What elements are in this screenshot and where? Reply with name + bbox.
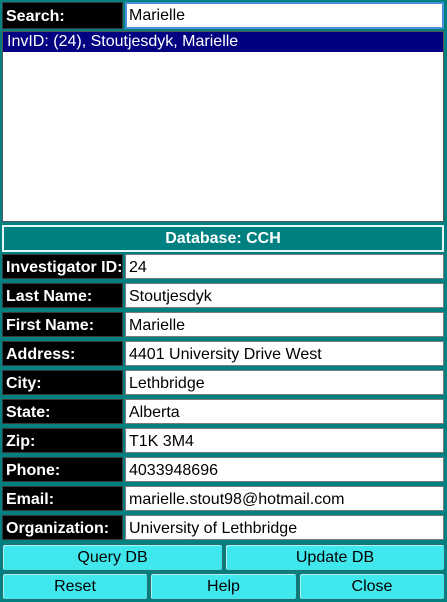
query-db-button[interactable]: Query DB — [2, 544, 223, 571]
city-field[interactable]: Lethbridge — [125, 370, 444, 395]
investigator-search-window: Search: InvID: (24), Stoutjesdyk, Mariel… — [0, 0, 447, 602]
help-button[interactable]: Help — [150, 573, 297, 600]
investigator-id-field[interactable]: 24 — [125, 254, 444, 279]
first-name-field[interactable]: Marielle — [125, 312, 444, 337]
first-name-label: First Name: — [2, 312, 123, 337]
city-label: City: — [2, 370, 123, 395]
address-label: Address: — [2, 341, 123, 366]
organization-label: Organization: — [2, 515, 123, 540]
last-name-field[interactable]: Stoutjesdyk — [125, 283, 444, 308]
database-banner: Database: CCH — [2, 225, 444, 252]
close-button[interactable]: Close — [299, 573, 445, 600]
zip-field[interactable]: T1K 3M4 — [125, 428, 444, 453]
state-field[interactable]: Alberta — [125, 399, 444, 424]
email-field[interactable]: marielle.stout98@hotmail.com — [125, 486, 444, 511]
phone-field[interactable]: 4033948696 — [125, 457, 444, 482]
result-item-selected[interactable]: InvID: (24), Stoutjesdyk, Marielle — [3, 32, 443, 52]
last-name-label: Last Name: — [2, 283, 123, 308]
results-list[interactable]: InvID: (24), Stoutjesdyk, Marielle — [2, 31, 444, 222]
search-input[interactable] — [125, 2, 444, 29]
email-label: Email: — [2, 486, 123, 511]
update-db-button[interactable]: Update DB — [225, 544, 445, 571]
reset-button[interactable]: Reset — [2, 573, 148, 600]
organization-field[interactable]: University of Lethbridge — [125, 515, 444, 540]
phone-label: Phone: — [2, 457, 123, 482]
search-label: Search: — [2, 2, 123, 29]
zip-label: Zip: — [2, 428, 123, 453]
investigator-id-label: Investigator ID: — [2, 254, 123, 279]
address-field[interactable]: 4401 University Drive West — [125, 341, 444, 366]
state-label: State: — [2, 399, 123, 424]
